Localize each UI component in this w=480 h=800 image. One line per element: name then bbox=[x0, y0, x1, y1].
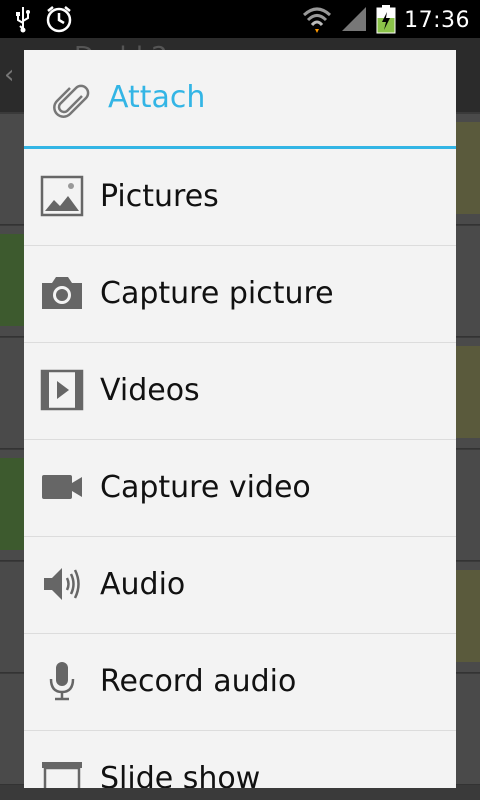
slideshow-icon bbox=[40, 756, 84, 788]
microphone-icon bbox=[40, 659, 84, 703]
back-chevron-icon: ‹ bbox=[4, 60, 15, 90]
menu-item-label: Audio bbox=[100, 567, 186, 602]
video-camera-icon bbox=[40, 465, 84, 509]
usb-icon bbox=[14, 5, 32, 37]
menu-item-label: Pictures bbox=[100, 179, 219, 214]
battery-charging-icon bbox=[376, 4, 396, 38]
signal-icon bbox=[340, 5, 368, 37]
menu-item-pictures[interactable]: Pictures bbox=[24, 149, 456, 246]
paperclip-icon bbox=[52, 80, 92, 124]
menu-item-audio[interactable]: Audio bbox=[24, 537, 456, 634]
menu-item-capture-video[interactable]: Capture video bbox=[24, 440, 456, 537]
alarm-icon bbox=[44, 4, 74, 38]
menu-item-label: Capture picture bbox=[100, 276, 334, 311]
wifi-icon bbox=[302, 5, 332, 37]
dialog-title: Attach bbox=[108, 80, 206, 115]
menu-item-capture-picture[interactable]: Capture picture bbox=[24, 246, 456, 343]
dialog-header: Attach bbox=[24, 50, 456, 149]
video-icon bbox=[40, 368, 84, 412]
menu-item-label: Record audio bbox=[100, 664, 297, 699]
camera-icon bbox=[40, 271, 84, 315]
picture-icon bbox=[40, 174, 84, 218]
status-time: 17:36 bbox=[404, 8, 470, 33]
speaker-icon bbox=[40, 562, 84, 606]
menu-item-label: Slide show bbox=[100, 761, 261, 788]
menu-item-slide-show[interactable]: Slide show bbox=[24, 731, 456, 788]
attach-dialog: Attach Pictures Capture picture Videos C… bbox=[24, 50, 456, 788]
menu-item-videos[interactable]: Videos bbox=[24, 343, 456, 440]
menu-item-label: Capture video bbox=[100, 470, 311, 505]
menu-item-label: Videos bbox=[100, 373, 200, 408]
menu-item-record-audio[interactable]: Record audio bbox=[24, 634, 456, 731]
status-bar: 17:36 bbox=[0, 0, 480, 38]
